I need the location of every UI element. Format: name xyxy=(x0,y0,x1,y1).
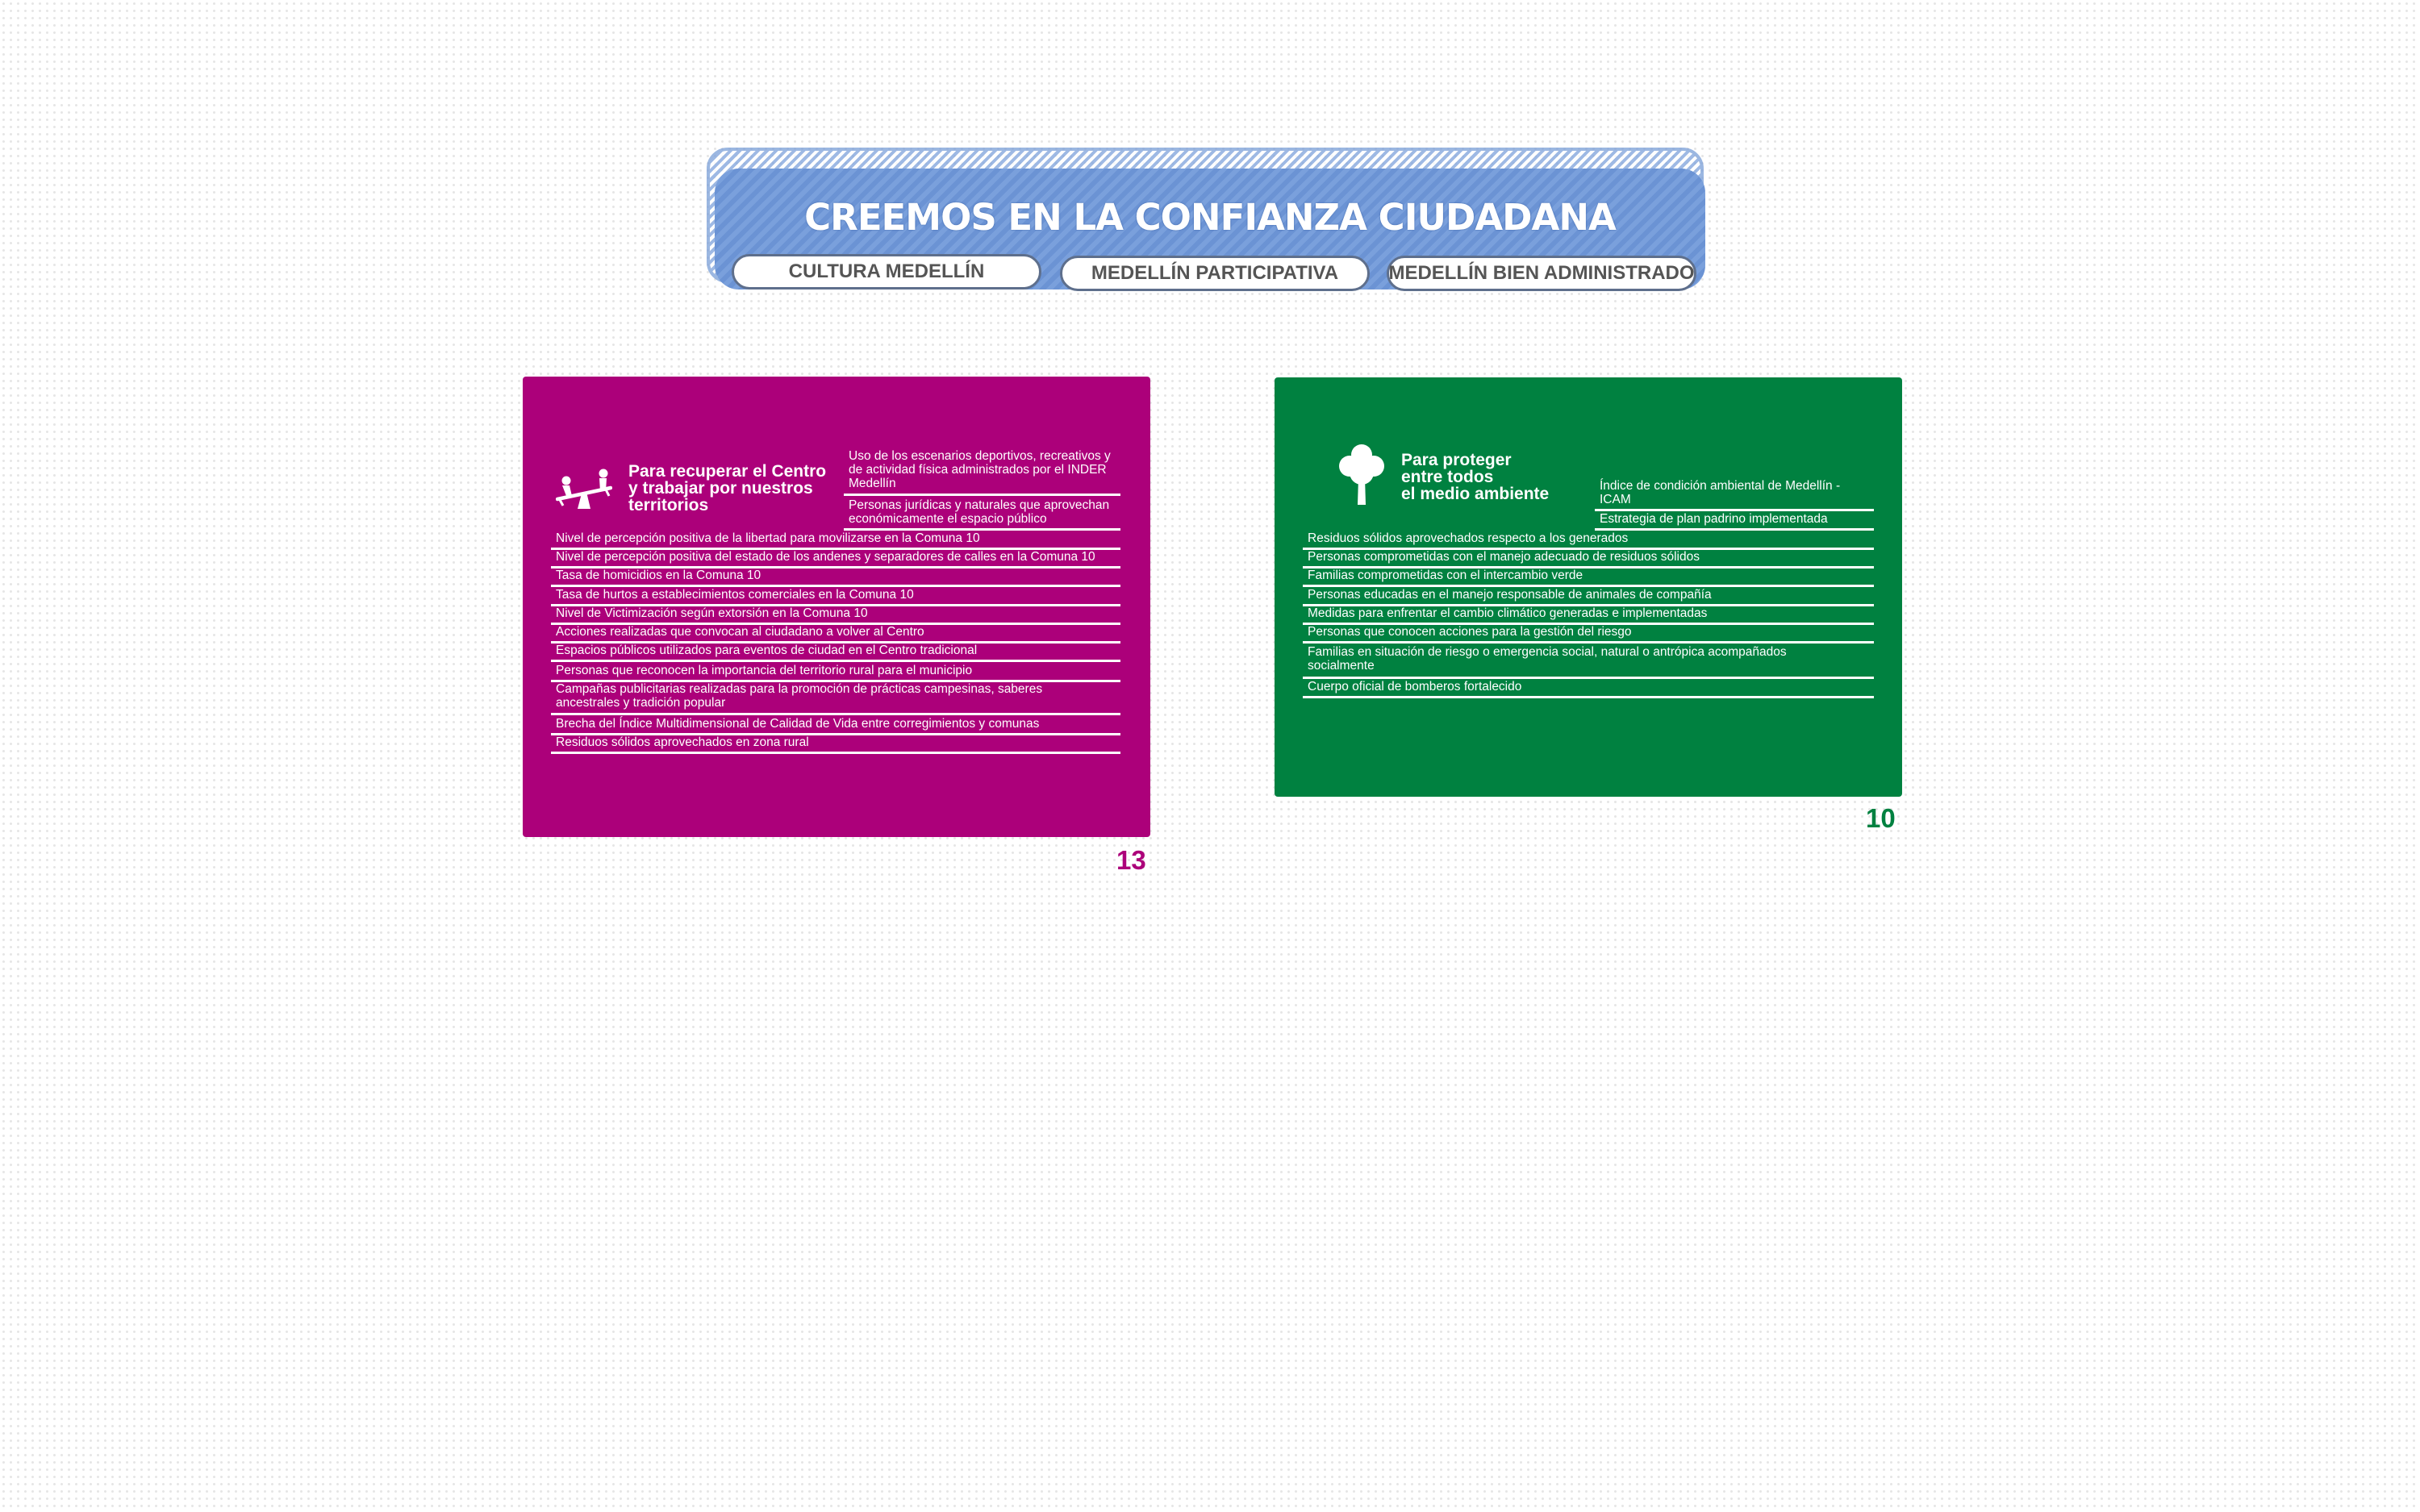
side-indicator: Uso de los escenarios deportivos, recrea… xyxy=(844,448,1120,496)
panel-medio-ambiente: Para proteger entre todos el medio ambie… xyxy=(1275,377,1902,797)
heading-line-2: y trabajar por nuestros xyxy=(628,479,813,498)
indicator-row: Residuos sólidos aprovechados respecto a… xyxy=(1303,530,1874,550)
banner-body: CREEMOS EN LA CONFIANZA CIUDADANA CULTUR… xyxy=(715,169,1705,291)
indicator-row: Nivel de percepción positiva del estado … xyxy=(551,548,1120,569)
indicator-row: Espacios públicos utilizados para evento… xyxy=(551,642,1120,662)
indicator-row: Familias en situación de riesgo o emerge… xyxy=(1303,644,1874,679)
indicator-row: Personas que conocen acciones para la ge… xyxy=(1303,623,1874,644)
pill-medellin-participativa: MEDELLÍN PARTICIPATIVA xyxy=(1060,256,1370,291)
tree-icon xyxy=(1339,444,1384,505)
indicator-row: Tasa de homicidios en la Comuna 10 xyxy=(551,567,1120,587)
indicator-row: Nivel de Victimización según extorsión e… xyxy=(551,605,1120,625)
indicator-row: Tasa de hurtos a establecimientos comerc… xyxy=(551,586,1120,606)
panel-recuperar-centro: Para recuperar el Centro y trabajar por … xyxy=(523,377,1150,837)
indicator-row: Campañas publicitarias realizadas para l… xyxy=(551,681,1120,715)
indicator-row: Familias comprometidas con el intercambi… xyxy=(1303,567,1874,587)
heading-line-1: Para recuperar el Centro xyxy=(628,462,827,481)
banner: CREEMOS EN LA CONFIANZA CIUDADANA CULTUR… xyxy=(707,148,1709,291)
indicator-row: Nivel de percepción positiva de la liber… xyxy=(551,530,1120,550)
page-number: 13 xyxy=(1116,845,1146,875)
indicator-row: Personas educadas en el manejo responsab… xyxy=(1303,586,1874,606)
indicator-row: Personas que reconocen la importancia de… xyxy=(551,662,1120,682)
heading-line-1: Para proteger xyxy=(1401,451,1512,469)
banner-title: CREEMOS EN LA CONFIANZA CIUDADANA xyxy=(804,196,1617,239)
side-indicator: Índice de condición ambiental de Medellí… xyxy=(1595,477,1874,511)
heading-line-3: el medio ambiente xyxy=(1401,485,1550,503)
indicator-row: Personas comprometidas con el manejo ade… xyxy=(1303,548,1874,569)
panel-heading: Para proteger entre todos el medio ambie… xyxy=(1401,452,1549,502)
indicator-row: Cuerpo oficial de bomberos fortalecido xyxy=(1303,678,1874,698)
indicator-row: Brecha del Índice Multidimensional de Ca… xyxy=(551,715,1120,735)
panel-heading: Para recuperar el Centro y trabajar por … xyxy=(628,463,826,514)
indicator-row: Residuos sólidos aprovechados en zona ru… xyxy=(551,734,1120,754)
page-number: 10 xyxy=(1866,803,1896,833)
seesaw-icon xyxy=(556,469,612,509)
heading-line-3: territorios xyxy=(628,496,709,514)
heading-line-2: entre todos xyxy=(1401,468,1494,486)
pill-cultura-medellin: CULTURA MEDELLÍN xyxy=(732,254,1041,289)
indicator-row: Acciones realizadas que convocan al ciud… xyxy=(551,623,1120,644)
indicator-row: Medidas para enfrentar el cambio climáti… xyxy=(1303,605,1874,625)
side-indicator: Estrategia de plan padrino implementada xyxy=(1595,510,1874,531)
side-indicator: Personas jurídicas y naturales que aprov… xyxy=(844,497,1120,531)
pill-medellin-bien-administrado: MEDELLÍN BIEN ADMINISTRADO xyxy=(1387,256,1696,291)
